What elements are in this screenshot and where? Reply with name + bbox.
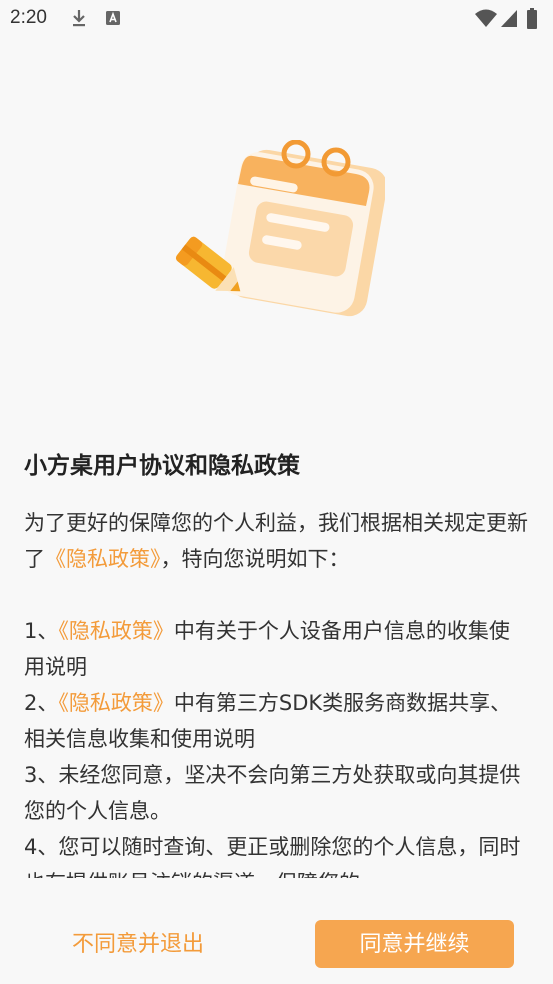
keyboard-a-icon: [106, 11, 120, 25]
privacy-policy-link[interactable]: 《隐私政策》: [58, 619, 174, 643]
disagree-exit-button[interactable]: 不同意并退出: [40, 920, 236, 968]
dialog-title: 小方桌用户协议和隐私政策: [24, 453, 300, 479]
download-icon: [73, 10, 85, 27]
intro-text-end: ，特向您说明如下：: [160, 547, 350, 571]
list-item: 1、《隐私政策》中有关于个人设备用户信息的收集使用说明: [24, 613, 529, 685]
list-item: 4、您可以随时查询、更正或删除您的个人信息，同时也有提供账号注销的渠道，保障您的: [24, 835, 521, 878]
privacy-policy-link[interactable]: 《隐私政策》: [45, 547, 161, 571]
list-item: 3、未经您同意，坚决不会向第三方处获取或向其提供您的个人信息。: [24, 763, 521, 823]
wifi-icon: [475, 9, 497, 27]
agreement-content[interactable]: 为了更好的保障您的个人利益，我们根据相关规定更新了《隐私政策》，特向您说明如下：…: [24, 505, 529, 878]
privacy-policy-link[interactable]: 《隐私政策》: [58, 691, 174, 715]
item-number: 1、: [24, 619, 59, 643]
agree-continue-button[interactable]: 同意并继续: [315, 920, 514, 968]
notepad-pencil-illustration: [175, 140, 385, 317]
battery-icon: [527, 8, 537, 29]
status-time: 2:20: [10, 7, 47, 28]
list-item: 2、《隐私政策》中有第三方SDK类服务商数据共享、相关信息收集和使用说明: [24, 685, 529, 757]
signal-icon: [501, 10, 517, 27]
intro-paragraph: 为了更好的保障您的个人利益，我们根据相关规定更新了《隐私政策》，特向您说明如下：: [24, 505, 529, 577]
status-bar: 2:20: [0, 0, 553, 38]
item-number: 2、: [24, 691, 59, 715]
